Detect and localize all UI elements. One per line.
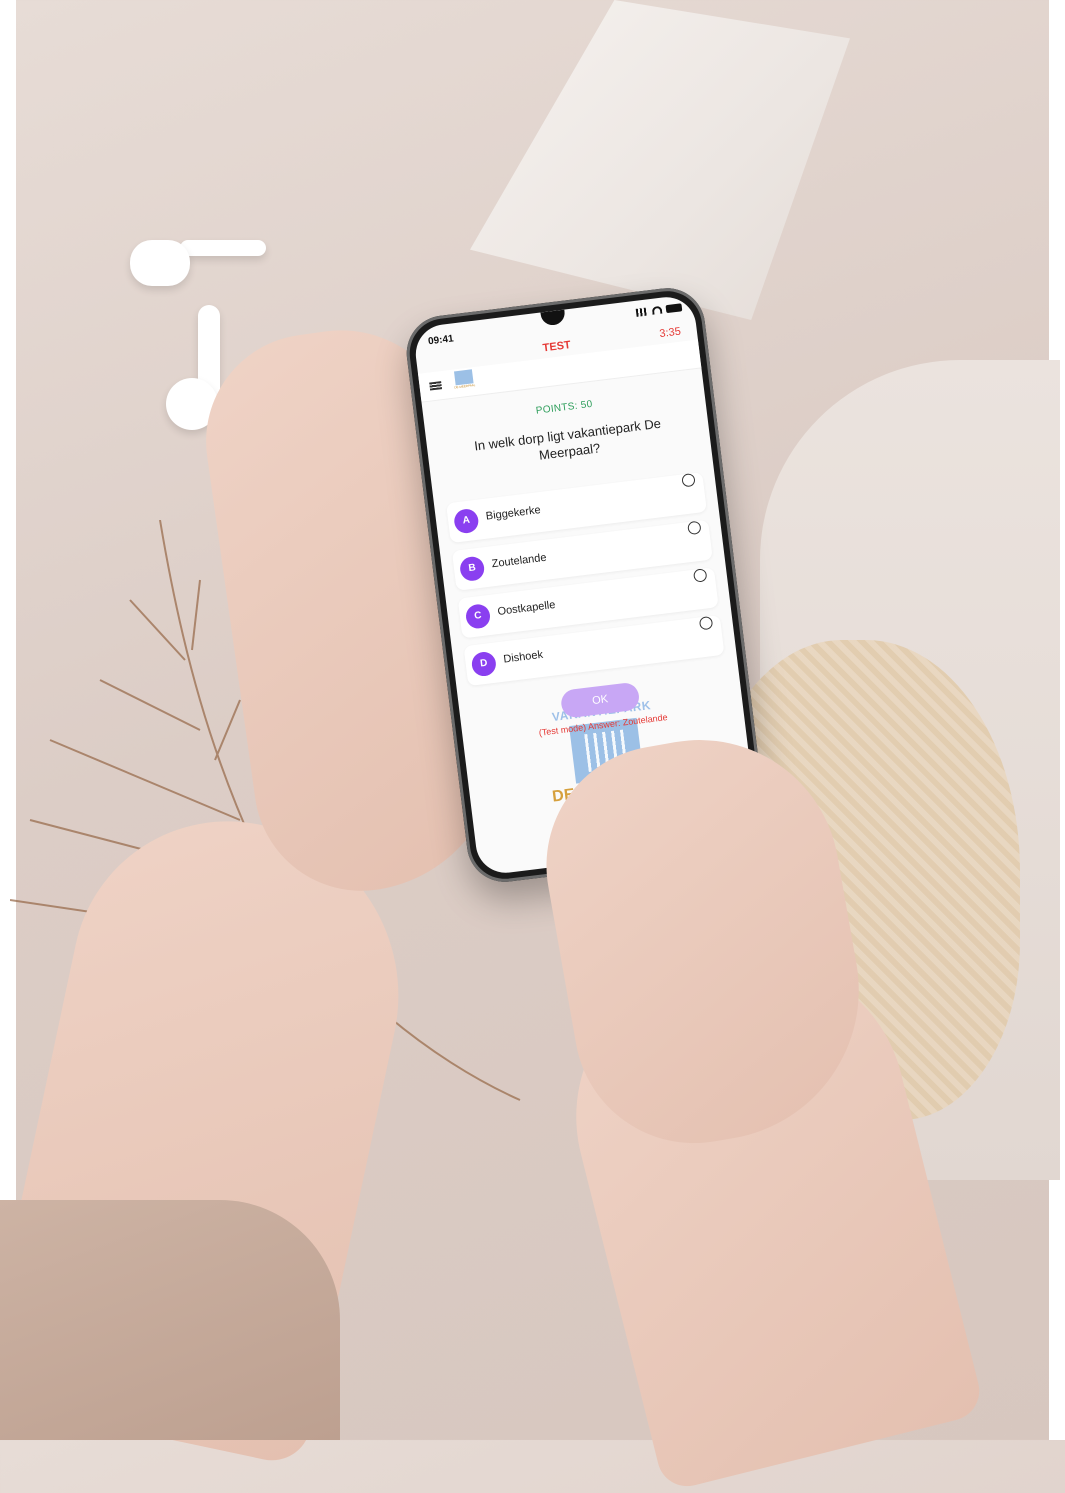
option-label: Dishoek xyxy=(502,648,544,666)
countdown-timer: 3:35 xyxy=(658,325,682,341)
app-logo[interactable]: DE MEERPAAL xyxy=(450,369,479,396)
signal-icon xyxy=(635,307,649,317)
marble-decoration xyxy=(470,0,850,320)
status-icons xyxy=(635,303,683,317)
option-letter: C xyxy=(464,603,492,630)
radio-button[interactable] xyxy=(698,615,714,631)
earbud-stem xyxy=(180,240,266,256)
radio-button[interactable] xyxy=(687,520,702,536)
earbud xyxy=(130,240,190,286)
option-label: Zoutelande xyxy=(491,551,548,571)
status-time: 09:41 xyxy=(427,333,455,348)
option-letter: A xyxy=(452,507,480,535)
wifi-icon xyxy=(651,305,663,315)
option-label: Oostkapelle xyxy=(496,598,557,618)
radio-button[interactable] xyxy=(681,472,696,488)
radio-button[interactable] xyxy=(692,568,708,583)
sleeve xyxy=(0,1200,340,1440)
battery-icon xyxy=(665,303,683,314)
option-label: Biggekerke xyxy=(485,504,542,523)
option-letter: B xyxy=(458,555,486,583)
answer-options: A Biggekerke B Zoutelande C Oostkapelle … xyxy=(446,472,725,694)
hamburger-menu-icon[interactable] xyxy=(429,381,443,391)
option-letter: D xyxy=(470,650,498,678)
